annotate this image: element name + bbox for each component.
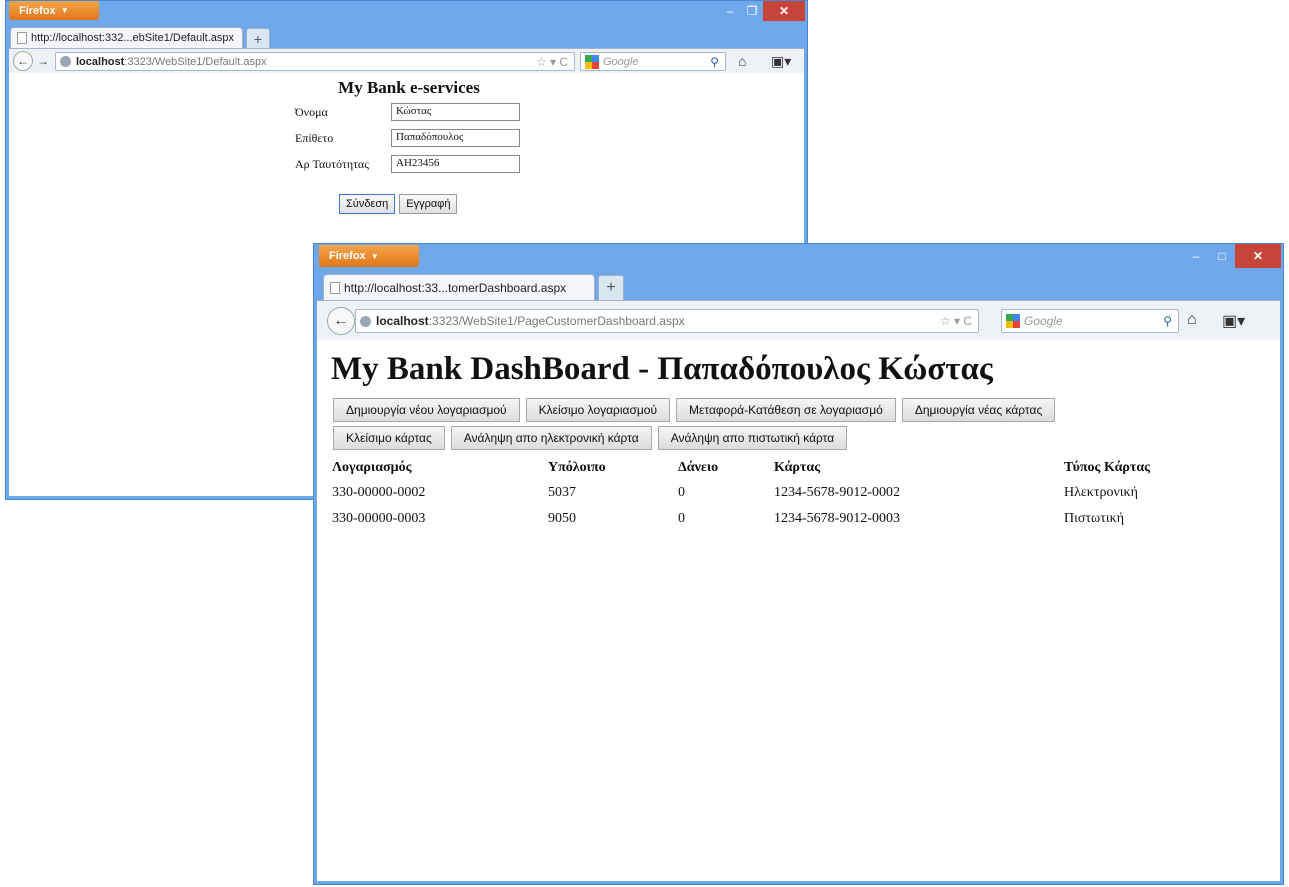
forward-arrow-icon[interactable]: → xyxy=(37,54,49,68)
login-button[interactable]: Σύνδεση xyxy=(339,194,396,214)
login-title: My Bank e-services xyxy=(338,78,480,97)
google-icon xyxy=(585,54,599,69)
search-icon[interactable]: ⚲ xyxy=(1163,314,1172,328)
close-icon[interactable]: ✕ xyxy=(1235,244,1281,268)
bookmarks-icon[interactable]: ▣▾ xyxy=(771,53,791,70)
url-path: :3323/WebSite1/PageCustomerDashboard.asp… xyxy=(428,314,685,328)
window-controls: – ❐ ✕ xyxy=(719,1,805,21)
maximize-icon[interactable]: ❐ xyxy=(741,1,763,21)
address-bar[interactable]: localhost :3323/WebSite1/Default.aspx ☆ … xyxy=(55,52,575,71)
url-path: :3323/WebSite1/Default.aspx xyxy=(124,55,267,68)
column-header: Κάρτας xyxy=(774,460,821,475)
close-icon[interactable]: ✕ xyxy=(763,1,805,21)
id-number-row: Αρ Ταυτότητας AH23456 xyxy=(295,155,520,173)
action-buttons-row-2: Κλείσιμο κάρτας Ανάληψη απο ηλεκτρονική … xyxy=(333,426,848,450)
id-number-label: Αρ Ταυτότητας xyxy=(295,156,369,171)
dashboard-browser-window: Firefox ▼ – □ ✕ http://localhost:33...to… xyxy=(313,243,1284,885)
table-cell: 330-00000-0003 xyxy=(332,511,426,526)
bookmarks-icon[interactable]: ▣▾ xyxy=(1222,311,1245,331)
table-row: 330-00000-0003 9050 0 1234-5678-9012-000… xyxy=(332,506,1184,532)
action-buttons-row-1: Δημιουργία νέου λογαριασμού Κλείσιμο λογ… xyxy=(333,398,1056,422)
browser-tab[interactable]: http://localhost:332...ebSite1/Default.a… xyxy=(10,27,243,48)
create-card-button[interactable]: Δημιουργία νέας κάρτας xyxy=(901,398,1056,422)
column-header: Δάνειο xyxy=(678,460,719,475)
create-account-button[interactable]: Δημιουργία νέου λογαριασμού xyxy=(333,398,520,422)
login-buttons: Σύνδεση Εγγραφή xyxy=(339,194,458,214)
window-controls: – □ ✕ xyxy=(1183,244,1281,268)
browser-tab[interactable]: http://localhost:33...tomerDashboard.asp… xyxy=(323,274,595,300)
table-cell: 0 xyxy=(678,485,685,500)
firefox-menu-label: Firefox xyxy=(329,250,366,262)
register-button[interactable]: Εγγραφή xyxy=(399,194,458,214)
table-row: 330-00000-0002 5037 0 1234-5678-9012-000… xyxy=(332,480,1184,506)
home-icon[interactable]: ⌂ xyxy=(1187,311,1197,329)
globe-icon xyxy=(360,315,371,327)
table-cell: 1234-5678-9012-0003 xyxy=(774,511,900,526)
maximize-icon[interactable]: □ xyxy=(1209,244,1235,268)
tab-title: http://localhost:33...tomerDashboard.asp… xyxy=(344,280,567,295)
search-input[interactable]: Google ⚲ xyxy=(1001,309,1179,333)
table-cell: 0 xyxy=(678,511,685,526)
table-header-row: Λογαριασμός Υπόλοιπο Δάνειο Κάρτας Τύπος… xyxy=(332,456,1184,480)
search-icon[interactable]: ⚲ xyxy=(710,55,719,69)
minimize-icon[interactable]: – xyxy=(1183,244,1209,268)
column-header: Λογαριασμός xyxy=(332,460,412,475)
firefox-menu-button[interactable]: Firefox ▼ xyxy=(319,245,419,267)
last-name-field[interactable]: Παπαδόπουλος xyxy=(391,129,520,147)
firefox-menu-label: Firefox xyxy=(19,4,56,17)
firefox-menu-button[interactable]: Firefox ▼ xyxy=(9,1,99,20)
google-icon xyxy=(1006,314,1020,328)
table-cell: 9050 xyxy=(548,511,576,526)
minimize-icon[interactable]: – xyxy=(719,1,741,21)
star-icon[interactable]: ☆ ▾ C xyxy=(940,314,972,328)
debit-card-withdrawal-button[interactable]: Ανάληψη απο ηλεκτρονική κάρτα xyxy=(450,426,652,450)
last-name-label: Επίθετο xyxy=(295,130,334,145)
star-icon[interactable]: ☆ ▾ C xyxy=(536,55,568,69)
credit-card-withdrawal-button[interactable]: Ανάληψη απο πιστωτική κάρτα xyxy=(657,426,848,450)
page-title: My Bank DashBoard - Παπαδόπουλος Κώστας xyxy=(331,351,993,387)
page-icon xyxy=(17,32,27,44)
search-placeholder: Google xyxy=(1024,314,1063,328)
table-cell: Ηλεκτρονική xyxy=(1064,485,1138,500)
dashboard-page-content: My Bank DashBoard - Παπαδόπουλος Κώστας … xyxy=(317,340,1280,881)
first-name-field[interactable]: Κώστας xyxy=(391,103,520,121)
transfer-deposit-button[interactable]: Μεταφορά-Κατάθεση σε λογαριασμό xyxy=(676,398,896,422)
new-tab-button[interactable]: + xyxy=(598,275,624,300)
table-cell: 5037 xyxy=(548,485,576,500)
globe-icon xyxy=(60,56,71,67)
first-name-label: Όνομα xyxy=(295,104,328,119)
first-name-row: Όνομα Κώστας xyxy=(295,103,520,121)
column-header: Υπόλοιπο xyxy=(548,460,606,475)
back-arrow-icon[interactable]: ← xyxy=(327,307,355,335)
url-host: localhost xyxy=(76,55,125,68)
table-cell: 1234-5678-9012-0002 xyxy=(774,485,900,500)
search-input[interactable]: Google ⚲ xyxy=(580,52,726,71)
navigation-toolbar: ← localhost :3323/WebSite1/PageCustomerD… xyxy=(317,300,1280,340)
chevron-down-icon: ▼ xyxy=(370,251,379,261)
table-cell: 330-00000-0002 xyxy=(332,485,426,500)
search-placeholder: Google xyxy=(603,55,639,68)
page-icon xyxy=(330,281,340,294)
address-bar[interactable]: localhost :3323/WebSite1/PageCustomerDas… xyxy=(355,309,979,333)
close-card-button[interactable]: Κλείσιμο κάρτας xyxy=(333,426,445,450)
new-tab-button[interactable]: + xyxy=(246,28,270,48)
back-arrow-icon[interactable]: ← xyxy=(13,51,33,71)
column-header: Τύπος Κάρτας xyxy=(1064,460,1151,475)
id-number-field[interactable]: AH23456 xyxy=(391,155,520,173)
url-host: localhost xyxy=(376,314,429,328)
close-account-button[interactable]: Κλείσιμο λογαριασμού xyxy=(525,398,671,422)
chevron-down-icon: ▼ xyxy=(60,6,69,15)
navigation-toolbar: ← → localhost :3323/WebSite1/Default.asp… xyxy=(9,48,804,73)
accounts-table: Λογαριασμός Υπόλοιπο Δάνειο Κάρτας Τύπος… xyxy=(332,456,1184,532)
last-name-row: Επίθετο Παπαδόπουλος xyxy=(295,129,520,147)
home-icon[interactable]: ⌂ xyxy=(738,53,746,69)
tab-title: http://localhost:332...ebSite1/Default.a… xyxy=(31,32,235,44)
table-cell: Πιστωτική xyxy=(1064,511,1125,526)
